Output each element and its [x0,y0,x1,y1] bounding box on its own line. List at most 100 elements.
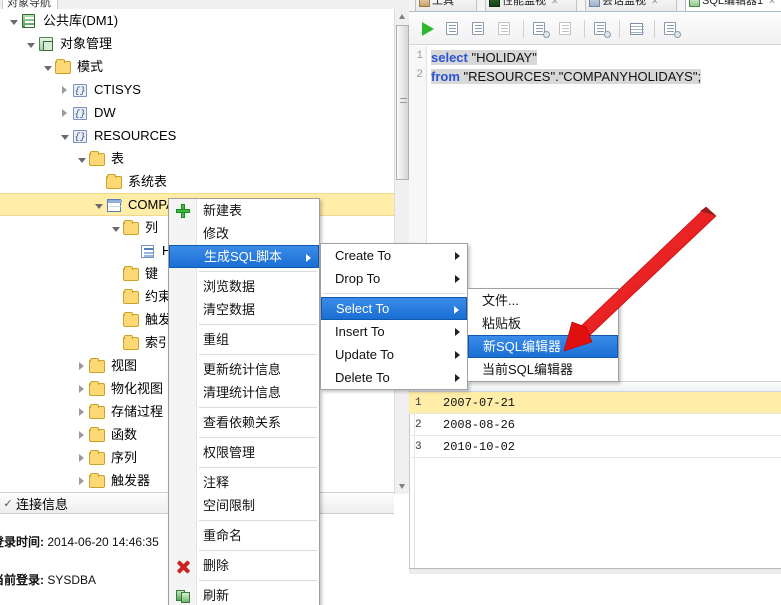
execute-to-cursor-button[interactable] [467,16,493,42]
tree-item-[interactable]: 对象管理 [0,32,394,55]
tree-item-[interactable]: 模式 [0,55,394,78]
expand-arrow-icon[interactable] [74,446,89,469]
menu-item-文件-[interactable]: 文件... [468,289,618,312]
collapse-arrow-icon[interactable] [57,124,72,147]
submenu-arrow-icon [455,374,460,382]
menu-item-浏览数据[interactable]: 浏览数据 [169,275,319,298]
menu-item-新sql编辑器[interactable]: 新SQL编辑器 [468,335,618,358]
generate-sql-submenu[interactable]: Create To Drop To Select To Insert To Update… [320,243,468,390]
tree-item-label: 函数 [111,427,138,442]
table-context-menu[interactable]: 新建表 修改 生成SQL脚本 浏览数据清空数据重组更新统计信息 清理统计信息 查看依赖关系… [168,198,320,605]
sql-line[interactable]: from "RESOURCES"."COMPANYHOLIDAYS"; [431,69,702,84]
close-icon[interactable]: ✕ [651,0,659,6]
menu-item-insert-to[interactable]: Insert To [321,320,467,343]
save-script-icon [533,21,550,38]
result-row[interactable]: 2 2008-08-26 [409,414,781,436]
collapse-arrow-icon[interactable] [91,193,106,216]
scrollbar-thumb[interactable] [396,25,409,180]
menu-item-更新统计信息[interactable]: 更新统计信息 [169,358,319,381]
tree-item-[interactable]: 表 [0,147,394,170]
grid-view-button[interactable] [624,16,650,42]
expand-arrow-icon[interactable] [74,354,89,377]
history-button[interactable] [589,16,615,42]
tree-item-resources[interactable]: {} RESOURCES [0,124,394,147]
result-row[interactable]: 1 2007-07-21 [409,392,781,414]
collapse-arrow-icon[interactable] [23,32,38,55]
scroll-up-button[interactable] [395,9,410,24]
menu-item-删除[interactable]: 删除 [169,554,319,577]
collapse-arrow-icon[interactable] [108,216,123,239]
menu-item-新建表[interactable]: 新建表 [169,199,319,222]
collapse-arrow-icon[interactable] [40,55,55,78]
tab--[interactable]: 会话监视 ✕ [585,0,677,11]
expand-arrow-icon[interactable] [74,377,89,400]
menu-item-label: 清空数据 [203,302,256,317]
tree-item-dw[interactable]: {} DW [0,101,394,124]
save-script-button[interactable] [528,16,554,42]
menu-item-生成sql脚本[interactable]: 生成SQL脚本 [169,245,319,268]
menu-item-空间限制[interactable]: 空间限制 [169,494,319,517]
tree-item-ctisys[interactable]: {} CTISYS [0,78,394,101]
application-window: 对象导航 公共库(DM1) 对象管理 模式 {} CTISYS {} DW {} RESOURC… [0,0,781,605]
tab-object-navigator[interactable]: 对象导航 [2,0,58,9]
expand-arrow-icon[interactable] [74,423,89,446]
cell-holiday: 2008-08-26 [443,418,516,432]
tree-item-[interactable]: 系统表 [0,170,394,193]
current-user-value: SYSDBA [47,573,97,587]
session-icon [589,0,600,7]
expand-arrow-icon[interactable] [74,469,89,492]
row-number: 2 [415,419,422,431]
menu-item-粘贴板[interactable]: 粘贴板 [468,312,618,335]
menu-item-清理统计信息[interactable]: 清理统计信息 [169,381,319,404]
query-result-grid[interactable]: 1 2007-07-21 2 2008-08-26 3 2010-10-02 [409,383,781,568]
result-row[interactable]: 3 2010-10-02 [409,436,781,458]
tree-item-label: 序列 [111,450,138,465]
collapse-arrow-icon[interactable] [6,9,21,32]
sql-keyword: select [431,50,468,65]
folder-icon [89,150,107,167]
plan-button[interactable] [659,16,685,42]
collapse-arrow-icon[interactable] [74,147,89,170]
login-time-row: 登录时间: 2014-06-20 14:46:35 [0,533,159,550]
menu-item-label: Update To [335,347,395,362]
select-to-submenu[interactable]: 文件... 粘贴板 新SQL编辑器 当前SQL编辑器 [467,288,619,382]
tree-item-dm1[interactable]: 公共库(DM1) [0,9,394,32]
expand-arrow-icon[interactable] [57,101,72,124]
tab--[interactable]: 工具 [415,0,477,11]
explain-button[interactable] [441,16,467,42]
tree-item-label: 列 [145,220,159,235]
menu-item-刷新[interactable]: 刷新 [169,584,319,605]
execute-button[interactable] [415,16,441,42]
sql-line[interactable]: select "HOLIDAY" [431,50,537,65]
tool-icon [419,0,430,7]
sql-keyword: from [431,69,460,84]
scroll-down-button[interactable] [395,479,410,494]
menu-item-label: 注释 [203,475,230,490]
row-number: 1 [415,397,422,409]
menu-item-delete-to[interactable]: Delete To [321,366,467,389]
tab--[interactable]: 性能监视 ✕ [485,0,577,11]
menu-item-注释[interactable]: 注释 [169,471,319,494]
expand-arrow-icon[interactable] [74,400,89,423]
close-icon[interactable]: ✕ [768,0,776,6]
menu-item-修改[interactable]: 修改 [169,222,319,245]
menu-item-清空数据[interactable]: 清空数据 [169,298,319,321]
performance-icon [489,0,500,7]
menu-item-查看依赖关系[interactable]: 查看依赖关系 [169,411,319,434]
menu-item-update-to[interactable]: Update To [321,343,467,366]
menu-separator [199,437,317,438]
export-button [554,16,580,42]
menu-item-重命名[interactable]: 重命名 [169,524,319,547]
close-icon[interactable]: ✕ [551,0,559,6]
menu-item-drop-to[interactable]: Drop To [321,267,467,290]
menu-item-重组[interactable]: 重组 [169,328,319,351]
menu-item-create-to[interactable]: Create To [321,244,467,267]
folder-icon [106,173,124,190]
tab-label: SQL编辑器1 [702,0,764,7]
menu-item-select-to[interactable]: Select To [321,297,467,320]
menu-item-权限管理[interactable]: 权限管理 [169,441,319,464]
menu-item-当前sql编辑器[interactable]: 当前SQL编辑器 [468,358,618,381]
expand-arrow-icon[interactable] [57,78,72,101]
tab-sql-1[interactable]: SQL编辑器1 ✕ [685,0,781,11]
tree-item-label: CTISYS [94,82,141,97]
